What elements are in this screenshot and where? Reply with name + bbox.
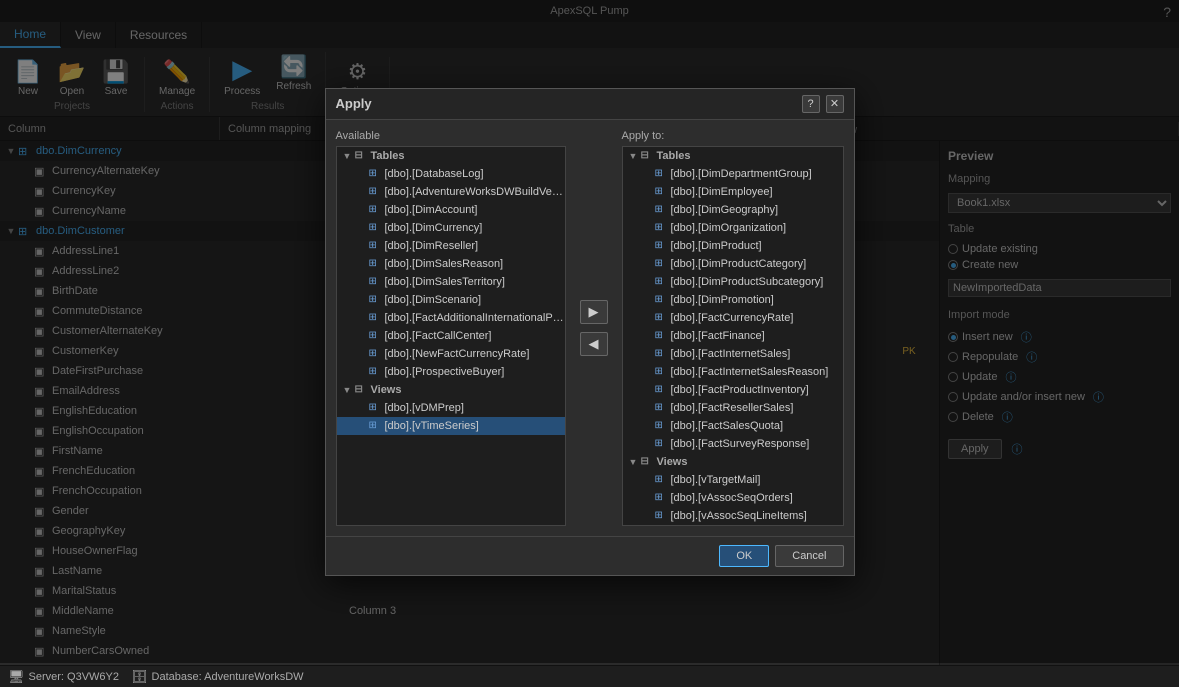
tree-item[interactable]: ⊞ [dbo].[FactSurveyResponse] [623,435,843,453]
server-label: Server: Q3VW6Y2 [29,671,119,683]
tree-item[interactable]: ⊞ [dbo].[FactInternetSales] [623,345,843,363]
tree-item[interactable]: ⊞ [dbo].[AdventureWorksDWBuildVersion] [337,183,565,201]
tree-item[interactable]: ⊞ [dbo].[vTargetMail] [623,471,843,489]
move-right-button[interactable]: ▶ [580,300,608,324]
apply-to-panel: Apply to: ▼ ⊟ Tables ⊞ [dbo].[DimDepartm… [622,130,844,526]
tree-item[interactable]: ⊞ [dbo].[vAssocSeqOrders] [623,489,843,507]
tree-item[interactable]: ⊞ [dbo].[vDMPrep] [337,399,565,417]
database-status: 🗄 Database: AdventureWorksDW [131,669,304,685]
available-tree[interactable]: ▼ ⊟ Tables ⊞ [dbo].[DatabaseLog] ⊞ [dbo]… [336,146,566,526]
apply-to-tree[interactable]: ▼ ⊟ Tables ⊞ [dbo].[DimDepartmentGroup] … [622,146,844,526]
tree-item[interactable]: ⊞ [dbo].[FactFinance] [623,327,843,345]
tree-group[interactable]: ▼ ⊟ Tables [623,147,843,165]
tree-group[interactable]: ▼ ⊟ Views [337,381,565,399]
tree-item[interactable]: ⊞ [dbo].[DimSalesReason] [337,255,565,273]
tree-group[interactable]: ▼ ⊟ Tables [337,147,565,165]
tree-item[interactable]: ⊞ [dbo].[DatabaseLog] [337,165,565,183]
tree-item[interactable]: ⊞ [dbo].[FactInternetSalesReason] [623,363,843,381]
database-icon: 🗄 [131,669,148,685]
tree-item[interactable]: ⊞ [dbo].[vAssocSeqLineItems] [623,507,843,525]
tree-item[interactable]: ⊞ [dbo].[FactProductInventory] [623,381,843,399]
tree-item[interactable]: ⊞ [dbo].[DimPromotion] [623,291,843,309]
tree-item[interactable]: ⊞ [dbo].[DimScenario] [337,291,565,309]
tree-item[interactable]: ⊞ [dbo].[DimAccount] [337,201,565,219]
server-icon: 🖥 [8,669,25,685]
move-left-button[interactable]: ◀ [580,332,608,356]
dialog-body: Available ▼ ⊟ Tables ⊞ [dbo].[DatabaseLo… [326,120,854,536]
arrow-panel: ▶ ◀ [576,130,612,526]
tree-item[interactable]: ⊞ [dbo].[NewFactCurrencyRate] [337,345,565,363]
dialog-title: Apply [336,96,372,111]
status-bar: 🖥 Server: Q3VW6Y2 🗄 Database: AdventureW… [0,665,1179,687]
dialog-controls: ? ✕ [802,95,844,113]
tree-item[interactable]: ⊞ [dbo].[FactAdditionalInternationalProd… [337,309,565,327]
tree-item[interactable]: ⊞ [dbo].[DimEmployee] [623,183,843,201]
tree-item[interactable]: ⊞ [dbo].[DimProduct] [623,237,843,255]
tree-item[interactable]: ⊞ [dbo].[FactCallCenter] [337,327,565,345]
tree-item[interactable]: ⊞ [dbo].[DimOrganization] [623,219,843,237]
tree-item[interactable]: ⊞ [dbo].[DimReseller] [337,237,565,255]
database-label: Database: AdventureWorksDW [152,671,304,683]
modal-overlay: Apply ? ✕ Available ▼ ⊟ Tables ⊞ [dbo].[… [0,0,1179,663]
tree-item[interactable]: ⊞ [dbo].[FactCurrencyRate] [623,309,843,327]
apply-to-label: Apply to: [622,130,844,142]
tree-item[interactable]: ⊞ [dbo].[FactSalesQuota] [623,417,843,435]
tree-item[interactable]: ⊞ [dbo].[DimGeography] [623,201,843,219]
tree-item[interactable]: ⊞ [dbo].[DimDepartmentGroup] [623,165,843,183]
dialog-footer: OK Cancel [326,536,854,575]
tree-item[interactable]: ⊞ [dbo].[DimProductSubcategory] [623,273,843,291]
available-panel: Available ▼ ⊟ Tables ⊞ [dbo].[DatabaseLo… [336,130,566,526]
tree-item[interactable]: ⊞ [dbo].[ProspectiveBuyer] [337,363,565,381]
tree-item[interactable]: ⊞ [dbo].[vTimeSeries] [337,417,565,435]
cancel-button[interactable]: Cancel [775,545,843,567]
tree-item[interactable]: ⊞ [dbo].[DimProductCategory] [623,255,843,273]
tree-item[interactable]: ⊞ [dbo].[FactResellerSales] [623,399,843,417]
tree-item[interactable]: ⊞ [dbo].[DimSalesTerritory] [337,273,565,291]
available-label: Available [336,130,566,142]
dialog-close-button[interactable]: ✕ [826,95,844,113]
ok-button[interactable]: OK [719,545,769,567]
dialog-help-button[interactable]: ? [802,95,820,113]
tree-item[interactable]: ⊞ [dbo].[DimCurrency] [337,219,565,237]
server-status: 🖥 Server: Q3VW6Y2 [8,669,119,685]
apply-dialog: Apply ? ✕ Available ▼ ⊟ Tables ⊞ [dbo].[… [325,88,855,576]
tree-group[interactable]: ▼ ⊟ Views [623,453,843,471]
dialog-title-bar: Apply ? ✕ [326,89,854,120]
